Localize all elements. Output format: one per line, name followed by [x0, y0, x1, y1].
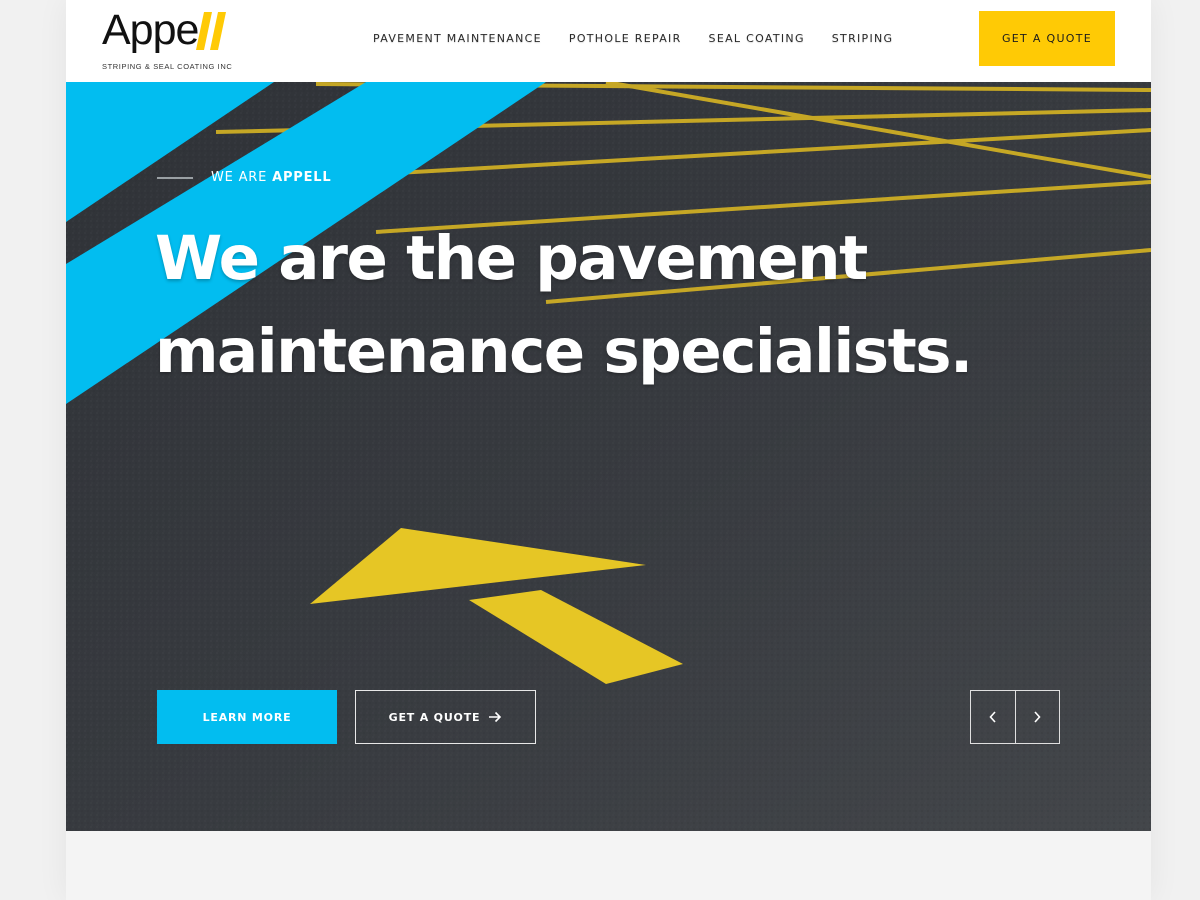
logo-slashes-icon — [196, 12, 226, 50]
nav-item-pavement-maintenance[interactable]: PAVEMENT MAINTENANCE — [373, 32, 542, 45]
hero-eyebrow: WE ARE APPELL — [157, 170, 331, 185]
hero-get-quote-label: GET A QUOTE — [388, 710, 481, 724]
slider-next-button[interactable] — [1014, 691, 1060, 743]
logo[interactable]: Appe STRIPING & SEAL COATING INC — [102, 6, 232, 72]
nav-item-seal-coating[interactable]: SEAL COATING — [709, 32, 805, 45]
eyebrow-text: WE ARE APPELL — [211, 170, 332, 185]
page: Appe STRIPING & SEAL COATING INC PAVEMEN… — [66, 0, 1151, 900]
eyebrow-divider — [157, 176, 193, 179]
hero-headline: We are the pavement maintenance specialis… — [155, 212, 975, 398]
main-nav: PAVEMENT MAINTENANCE POTHOLE REPAIR SEAL… — [373, 32, 893, 45]
chevron-left-icon — [989, 711, 996, 723]
learn-more-button[interactable]: LEARN MORE — [157, 690, 337, 744]
arrow-right-icon — [489, 711, 502, 723]
eyebrow-brand: APPELL — [272, 170, 332, 185]
slider-prev-button[interactable] — [971, 691, 1015, 743]
logo-wordmark: Appe — [102, 6, 199, 54]
nav-item-striping[interactable]: STRIPING — [832, 32, 894, 45]
slider-controls — [970, 690, 1060, 744]
headline-line-1: We are the pavement — [155, 223, 868, 294]
chevron-right-icon — [1034, 711, 1041, 723]
logo-tagline: STRIPING & SEAL COATING INC — [102, 62, 233, 71]
hero-get-quote-button[interactable]: GET A QUOTE — [355, 690, 536, 744]
hero-slider: WE ARE APPELL We are the pavement mainten… — [66, 82, 1151, 831]
nav-item-pothole-repair[interactable]: POTHOLE REPAIR — [569, 32, 682, 45]
header-get-quote-button[interactable]: GET A QUOTE — [979, 11, 1115, 66]
headline-line-2: maintenance specialists. — [155, 316, 973, 387]
site-header: Appe STRIPING & SEAL COATING INC PAVEMEN… — [66, 0, 1151, 82]
